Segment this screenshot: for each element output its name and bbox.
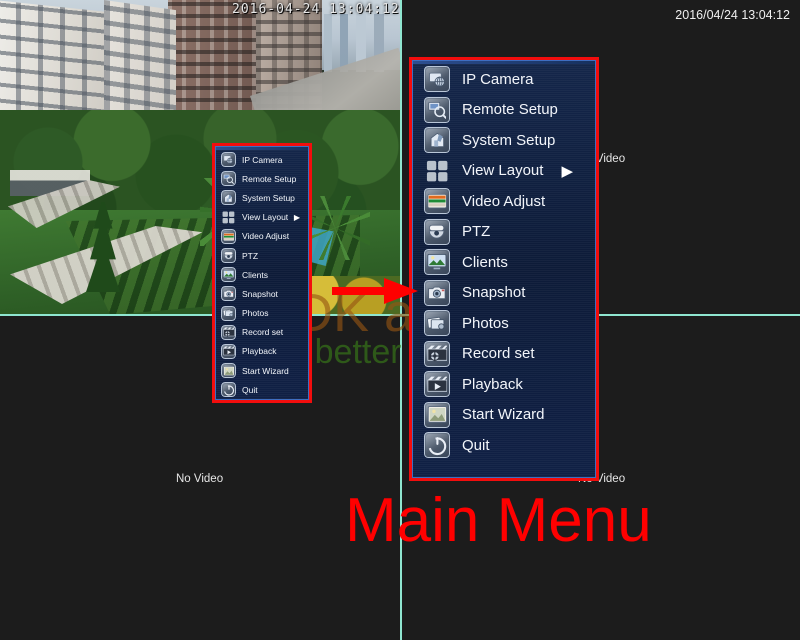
menu-item-label: Clients — [462, 253, 508, 271]
record-set-icon — [221, 324, 236, 340]
menu-item-system-setup[interactable]: System Setup — [413, 125, 595, 156]
menu-item-label: Snapshot — [242, 288, 278, 299]
menu-item-clients[interactable]: Clients — [413, 247, 595, 278]
main-menu-large-items: IP Camera Remote Setup System Setup View La… — [413, 64, 595, 461]
menu-item-label: Photos — [242, 308, 269, 319]
menu-item-label: Start Wizard — [462, 406, 545, 424]
main-menu-callout-label: Main Menu — [345, 486, 652, 555]
main-menu-large[interactable]: IP Camera Remote Setup System Setup View La… — [409, 57, 599, 481]
snapshot-icon — [424, 279, 450, 306]
view-layout-icon — [221, 210, 236, 225]
channel-pane-top-left[interactable]: 2016-04-24 13:04:12 — [0, 0, 400, 314]
record-set-icon — [424, 340, 450, 367]
menu-item-start-wizard[interactable]: Start Wizard — [216, 361, 308, 380]
video-adjust-icon — [424, 188, 450, 215]
menu-item-ip-camera[interactable]: IP Camera — [216, 150, 308, 169]
menu-item-label: System Setup — [462, 131, 556, 149]
menu-item-label: Record set — [242, 327, 284, 338]
osd-timestamp-right: 2016/04/24 13:04:12 — [675, 8, 790, 22]
clients-icon — [424, 249, 450, 276]
menu-item-photos[interactable]: Photos — [216, 304, 308, 323]
menu-item-quit[interactable]: Quit — [216, 380, 308, 399]
menu-item-label: Snapshot — [462, 284, 526, 302]
menu-item-view-layout[interactable]: View Layout ▶ — [216, 208, 308, 227]
ptz-icon — [424, 218, 450, 245]
menu-item-label: Quit — [462, 436, 490, 454]
menu-item-label: Quit — [242, 384, 258, 395]
remote-setup-icon — [221, 171, 236, 187]
menu-item-photos[interactable]: Photos — [413, 308, 595, 339]
system-setup-icon — [221, 190, 236, 206]
photos-icon — [221, 305, 236, 321]
menu-item-label: System Setup — [242, 192, 295, 203]
menu-item-label: Video Adjust — [242, 231, 290, 242]
menu-item-video-adjust[interactable]: Video Adjust — [216, 227, 308, 246]
video-adjust-icon — [221, 228, 236, 244]
menu-item-label: Start Wizard — [242, 365, 289, 376]
menu-item-ptz[interactable]: PTZ — [216, 246, 308, 265]
right-arrow-icon — [332, 278, 418, 304]
menu-item-remote-setup[interactable]: Remote Setup — [413, 95, 595, 126]
system-setup-icon — [424, 127, 450, 154]
menu-item-label: Remote Setup — [462, 101, 558, 119]
menu-item-label: Clients — [242, 269, 268, 280]
menu-item-quit[interactable]: Quit — [413, 430, 595, 461]
menu-item-label: Playback — [242, 346, 277, 357]
view-layout-icon — [424, 158, 450, 184]
submenu-arrow-icon: ▶ — [561, 162, 573, 180]
menu-item-label: IP Camera — [462, 70, 534, 88]
submenu-arrow-icon: ▶ — [293, 212, 300, 222]
quit-icon — [221, 382, 236, 398]
menu-item-clients[interactable]: Clients — [216, 265, 308, 284]
start-wizard-icon — [424, 401, 450, 428]
ptz-icon — [221, 248, 236, 264]
ip-camera-icon — [221, 152, 236, 168]
menu-item-label: Playback — [462, 375, 523, 393]
snapshot-icon — [221, 286, 236, 302]
osd-timestamp-left: 2016-04-24 13:04:12 — [232, 2, 400, 17]
menu-item-video-adjust[interactable]: Video Adjust — [413, 186, 595, 217]
main-menu-small[interactable]: IP Camera Remote Setup System Setup View La… — [212, 143, 312, 403]
no-video-label-bottom-left: No Video — [176, 473, 224, 485]
playback-icon — [221, 343, 236, 359]
menu-item-ip-camera[interactable]: IP Camera — [413, 64, 595, 95]
menu-item-system-setup[interactable]: System Setup — [216, 188, 308, 207]
playback-icon — [424, 371, 450, 398]
menu-item-label: PTZ — [242, 250, 259, 261]
menu-item-label: IP Camera — [242, 154, 283, 165]
main-menu-small-panel: IP Camera Remote Setup System Setup View La… — [215, 146, 309, 400]
menu-item-label: PTZ — [462, 223, 491, 241]
start-wizard-icon — [221, 363, 236, 379]
menu-item-playback[interactable]: Playback — [413, 369, 595, 400]
clients-icon — [221, 267, 236, 283]
menu-item-start-wizard[interactable]: Start Wizard — [413, 400, 595, 431]
ip-camera-icon — [424, 66, 450, 93]
remote-setup-icon — [424, 96, 450, 123]
menu-item-remote-setup[interactable]: Remote Setup — [216, 169, 308, 188]
menu-item-record-set[interactable]: Record set — [216, 323, 308, 342]
photos-icon — [424, 310, 450, 337]
nvr-screen: 2016-04-24 13:04:12 2016/04/24 13:04:12 … — [0, 0, 800, 640]
menu-item-snapshot[interactable]: Snapshot — [413, 278, 595, 309]
menu-item-label: Record set — [462, 345, 535, 363]
quit-icon — [424, 432, 450, 459]
menu-item-view-layout[interactable]: View Layout ▶ — [413, 156, 595, 187]
live-video-feed[interactable] — [0, 0, 400, 314]
menu-item-ptz[interactable]: PTZ — [413, 217, 595, 248]
menu-item-label: Remote Setup — [242, 173, 297, 184]
menu-item-label: Video Adjust — [462, 192, 546, 210]
menu-item-label: Photos — [462, 314, 509, 332]
menu-item-record-set[interactable]: Record set — [413, 339, 595, 370]
menu-item-label: View Layout — [242, 212, 289, 223]
menu-item-playback[interactable]: Playback — [216, 342, 308, 361]
menu-item-label: View Layout — [462, 162, 544, 180]
menu-item-snapshot[interactable]: Snapshot — [216, 284, 308, 303]
main-menu-large-panel: IP Camera Remote Setup System Setup View La… — [412, 60, 596, 478]
main-menu-small-items: IP Camera Remote Setup System Setup View La… — [216, 150, 308, 399]
